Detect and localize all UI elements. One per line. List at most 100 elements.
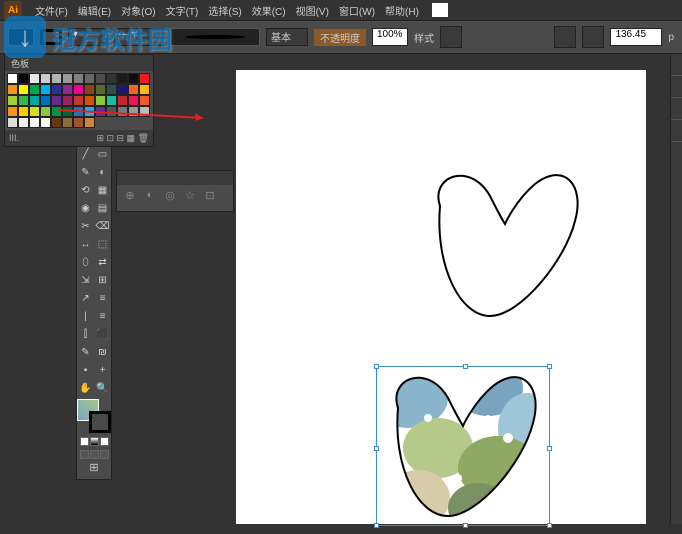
tool-12-1[interactable]: ≡ <box>94 307 111 325</box>
draw-inside[interactable] <box>100 450 109 459</box>
swatch-color[interactable] <box>51 106 62 117</box>
tool-9-0[interactable]: ⬯ <box>77 253 94 271</box>
tool-13-1[interactable]: ⬛ <box>94 325 111 343</box>
draw-normal[interactable] <box>80 450 89 459</box>
swatch-color[interactable] <box>18 95 29 106</box>
floating-panel-tab[interactable] <box>117 171 233 185</box>
swatch-color[interactable] <box>7 117 18 128</box>
swatch-color[interactable] <box>62 117 73 128</box>
tool-6-0[interactable]: ◉ <box>77 199 94 217</box>
coord-x[interactable]: 136.45 <box>610 28 662 46</box>
menu-file[interactable]: 文件(F) <box>30 3 73 18</box>
swatch-color[interactable] <box>73 73 84 84</box>
swatch-color[interactable] <box>95 106 106 117</box>
swatch-color[interactable] <box>40 95 51 106</box>
swatch-color[interactable] <box>117 73 128 84</box>
swatch-color[interactable] <box>95 95 106 106</box>
swatch-color[interactable] <box>73 84 84 95</box>
symbol-spin-icon[interactable]: ⊡ <box>203 189 217 203</box>
swatches-options[interactable]: ⊞ ⊡ ⊟ ▦ 🗑 <box>96 133 149 144</box>
transform-icon[interactable] <box>582 26 604 48</box>
gradient-mode[interactable] <box>90 437 99 446</box>
tool-8-0[interactable]: ↔ <box>77 235 94 253</box>
heart-pattern-selected[interactable] <box>378 368 548 529</box>
menu-type[interactable]: 文字(T) <box>161 3 204 18</box>
swatch-color[interactable] <box>84 117 95 128</box>
swatch-color[interactable] <box>62 106 73 117</box>
symbol-shift-icon[interactable]: ◐ <box>143 189 157 203</box>
tool-5-1[interactable]: ▦ <box>94 181 111 199</box>
swatch-color[interactable] <box>40 84 51 95</box>
tool-12-0[interactable]: | <box>77 307 94 325</box>
swatch-color[interactable] <box>106 84 117 95</box>
swatch-color[interactable] <box>7 106 18 117</box>
symbol-sprayer-icon[interactable]: ⊕ <box>123 189 137 203</box>
tool-14-1[interactable]: ₪ <box>94 343 111 361</box>
align-icon[interactable] <box>554 26 576 48</box>
swatch-color[interactable] <box>18 84 29 95</box>
tool-10-0[interactable]: ⇲ <box>77 271 94 289</box>
symbol-scrunch-icon[interactable]: ◎ <box>163 189 177 203</box>
swatch-color[interactable] <box>40 73 51 84</box>
swatch-color[interactable] <box>84 73 95 84</box>
tool-5-0[interactable]: ⟲ <box>77 181 94 199</box>
tool-13-0[interactable]: ⫿ <box>77 325 94 343</box>
tool-7-1[interactable]: ⌫ <box>94 217 111 235</box>
tool-10-1[interactable]: ⊞ <box>94 271 111 289</box>
tool-9-1[interactable]: ⇄ <box>94 253 111 271</box>
tool-3-0[interactable]: ╱ <box>77 145 94 163</box>
right-panel-dock[interactable] <box>670 54 682 524</box>
swatch-color[interactable] <box>84 84 95 95</box>
stroke-weight[interactable]: ▾ <box>68 28 108 46</box>
menu-effect[interactable]: 效果(C) <box>247 3 291 18</box>
opacity-value[interactable]: 100% <box>372 28 408 46</box>
swatches-tab[interactable]: 色板 <box>5 55 153 71</box>
swatch-color[interactable] <box>62 73 73 84</box>
fill-swatch[interactable] <box>8 28 34 46</box>
swatch-color[interactable] <box>40 106 51 117</box>
brush-definition[interactable] <box>170 28 260 46</box>
tool-14-0[interactable]: ✎ <box>77 343 94 361</box>
artboard[interactable] <box>236 70 646 524</box>
swatch-color[interactable] <box>117 106 128 117</box>
swatch-color[interactable] <box>139 106 150 117</box>
brush-basic[interactable]: 基本 <box>266 28 308 46</box>
tool-15-0[interactable]: ▪ <box>77 361 94 379</box>
swatch-color[interactable] <box>29 95 40 106</box>
swatch-color[interactable] <box>106 73 117 84</box>
stroke-profile[interactable]: — ▾ <box>114 28 164 46</box>
stroke-color-box[interactable] <box>89 411 111 433</box>
swatch-color[interactable] <box>51 84 62 95</box>
screen-mode[interactable]: ⊞ <box>77 461 111 479</box>
swatch-color[interactable] <box>29 117 40 128</box>
swatch-color[interactable] <box>117 95 128 106</box>
swatch-color[interactable] <box>18 117 29 128</box>
tool-16-0[interactable]: ✋ <box>77 379 94 397</box>
swatch-color[interactable] <box>73 95 84 106</box>
none-mode[interactable] <box>100 437 109 446</box>
style-dropdown[interactable] <box>440 26 462 48</box>
swatch-color[interactable] <box>73 106 84 117</box>
menu-window[interactable]: 窗口(W) <box>334 3 380 18</box>
swatch-color[interactable] <box>7 95 18 106</box>
canvas-viewport[interactable] <box>220 54 682 534</box>
tool-11-1[interactable]: ≡ <box>94 289 111 307</box>
swatches-panel[interactable]: 色板 III. ⊞ ⊡ ⊟ ▦ 🗑 <box>4 54 154 147</box>
tool-11-0[interactable]: ↗ <box>77 289 94 307</box>
swatch-color[interactable] <box>128 95 139 106</box>
swatch-color[interactable] <box>95 84 106 95</box>
swatch-color[interactable] <box>106 95 117 106</box>
heart-outline-shape[interactable] <box>420 166 590 326</box>
swatch-color[interactable] <box>73 117 84 128</box>
swatch-color[interactable] <box>139 95 150 106</box>
menu-help[interactable]: 帮助(H) <box>380 3 424 18</box>
stroke-swatch[interactable] <box>40 29 62 45</box>
swatch-color[interactable] <box>128 106 139 117</box>
tool-7-0[interactable]: ✂ <box>77 217 94 235</box>
tool-15-1[interactable]: + <box>94 361 111 379</box>
swatch-color[interactable] <box>128 73 139 84</box>
swatch-color[interactable] <box>18 73 29 84</box>
menu-object[interactable]: 对象(O) <box>116 3 160 18</box>
tool-8-1[interactable]: ⬚ <box>94 235 111 253</box>
menu-edit[interactable]: 编辑(E) <box>73 3 116 18</box>
